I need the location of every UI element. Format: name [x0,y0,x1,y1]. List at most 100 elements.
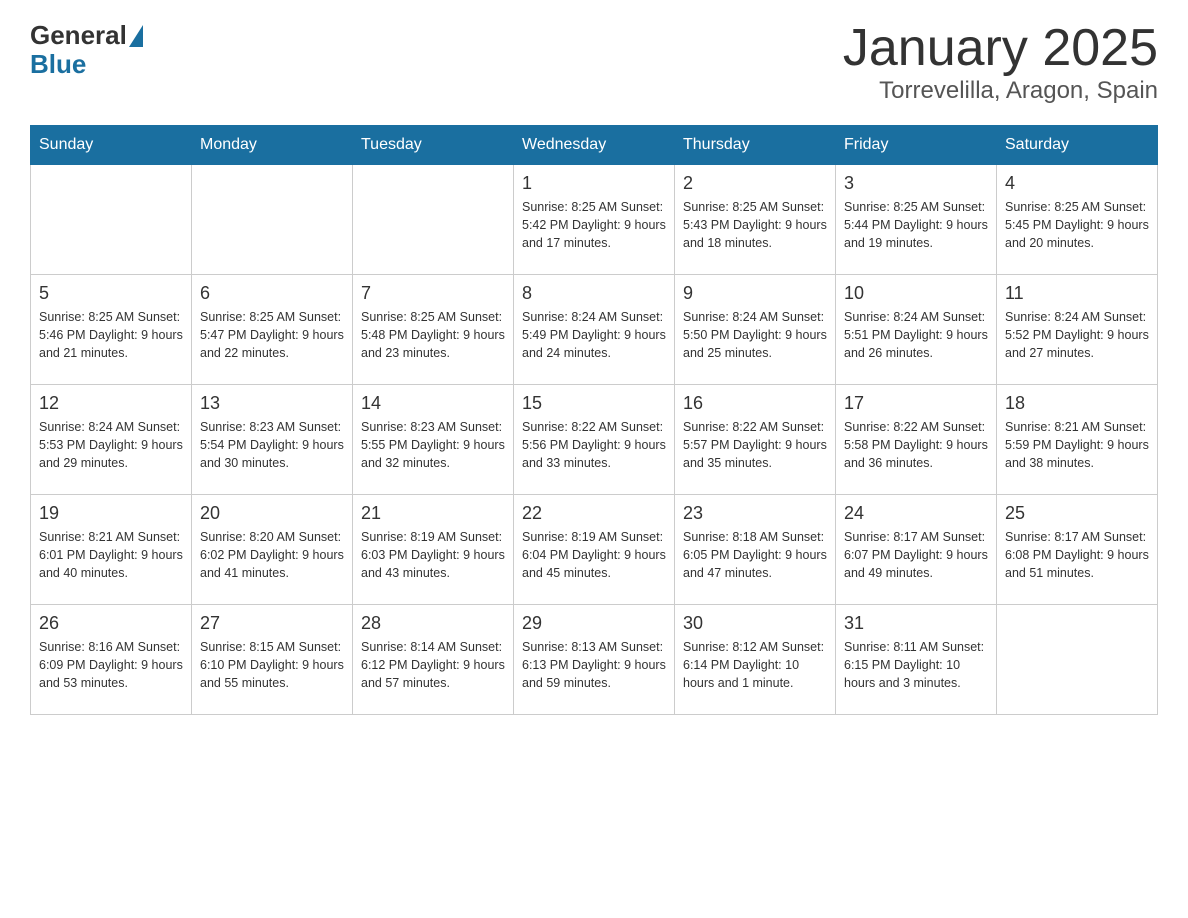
day-info: Sunrise: 8:23 AM Sunset: 5:55 PM Dayligh… [361,418,505,472]
calendar-title: January 2025 [843,20,1158,77]
calendar-week-row: 19Sunrise: 8:21 AM Sunset: 6:01 PM Dayli… [31,495,1158,605]
header-cell-sunday: Sunday [31,126,192,165]
day-info: Sunrise: 8:23 AM Sunset: 5:54 PM Dayligh… [200,418,344,472]
calendar-cell: 4Sunrise: 8:25 AM Sunset: 5:45 PM Daylig… [997,165,1158,275]
day-number: 22 [522,503,666,524]
logo: General Blue [30,20,143,77]
day-info: Sunrise: 8:24 AM Sunset: 5:49 PM Dayligh… [522,308,666,362]
day-number: 31 [844,613,988,634]
day-info: Sunrise: 8:24 AM Sunset: 5:51 PM Dayligh… [844,308,988,362]
calendar-cell: 6 Sunrise: 8:25 AM Sunset: 5:47 PM Daylig… [192,275,353,385]
day-info: Sunrise: 8:22 AM Sunset: 5:56 PM Dayligh… [522,418,666,472]
calendar-cell: 18 Sunrise: 8:21 AM Sunset: 5:59 PM Dayli… [997,385,1158,495]
day-number: 21 [361,503,505,524]
day-number: 11 [1005,283,1149,304]
header-cell-saturday: Saturday [997,126,1158,165]
day-number: 10 [844,283,988,304]
day-info: Sunrise: 8:25 AM Sunset: 5:47 PM Dayligh… [200,308,344,362]
calendar-cell [353,165,514,275]
calendar-cell: 17 Sunrise: 8:22 AM Sunset: 5:58 PM Dayli… [836,385,997,495]
logo-triangle-icon [129,25,143,47]
calendar-cell [31,165,192,275]
day-number: 23 [683,503,827,524]
day-info: Sunrise: 8:19 AM Sunset: 6:03 PM Dayligh… [361,528,505,582]
day-number: 12 [39,393,183,414]
day-number: 9 [683,283,827,304]
day-info: Sunrise: 8:25 AM Sunset: 5:44 PM Dayligh… [844,198,988,252]
calendar-cell: 31 Sunrise: 8:11 AM Sunset: 6:15 PM Dayli… [836,605,997,715]
calendar-week-row: 5 Sunrise: 8:25 AM Sunset: 5:46 PM Daylig… [31,275,1158,385]
day-number: 6 [200,283,344,304]
day-info: Sunrise: 8:20 AM Sunset: 6:02 PM Dayligh… [200,528,344,582]
calendar-cell: 13 Sunrise: 8:23 AM Sunset: 5:54 PM Dayli… [192,385,353,495]
calendar-cell: 20 Sunrise: 8:20 AM Sunset: 6:02 PM Dayli… [192,495,353,605]
calendar-cell: 3 Sunrise: 8:25 AM Sunset: 5:44 PM Daylig… [836,165,997,275]
day-number: 20 [200,503,344,524]
day-info: Sunrise: 8:24 AM Sunset: 5:53 PM Dayligh… [39,418,183,472]
day-info: Sunrise: 8:25 AM Sunset: 5:45 PM Dayligh… [1005,198,1149,252]
day-number: 1 [522,173,666,194]
calendar-cell: 14 Sunrise: 8:23 AM Sunset: 5:55 PM Dayli… [353,385,514,495]
day-number: 5 [39,283,183,304]
day-info: Sunrise: 8:25 AM Sunset: 5:48 PM Dayligh… [361,308,505,362]
day-number: 17 [844,393,988,414]
calendar-cell: 26Sunrise: 8:16 AM Sunset: 6:09 PM Dayli… [31,605,192,715]
header-cell-tuesday: Tuesday [353,126,514,165]
header-cell-monday: Monday [192,126,353,165]
day-info: Sunrise: 8:14 AM Sunset: 6:12 PM Dayligh… [361,638,505,692]
calendar-cell [997,605,1158,715]
header-row: SundayMondayTuesdayWednesdayThursdayFrid… [31,126,1158,165]
calendar-table: SundayMondayTuesdayWednesdayThursdayFrid… [30,125,1158,715]
day-number: 16 [683,393,827,414]
day-info: Sunrise: 8:24 AM Sunset: 5:50 PM Dayligh… [683,308,827,362]
day-info: Sunrise: 8:17 AM Sunset: 6:08 PM Dayligh… [1005,528,1149,582]
calendar-cell: 23 Sunrise: 8:18 AM Sunset: 6:05 PM Dayli… [675,495,836,605]
calendar-cell: 27Sunrise: 8:15 AM Sunset: 6:10 PM Dayli… [192,605,353,715]
calendar-cell: 1Sunrise: 8:25 AM Sunset: 5:42 PM Daylig… [514,165,675,275]
calendar-cell: 7 Sunrise: 8:25 AM Sunset: 5:48 PM Daylig… [353,275,514,385]
page-header: General Blue January 2025 Torrevelilla, … [30,20,1158,105]
calendar-subtitle: Torrevelilla, Aragon, Spain [843,77,1158,105]
calendar-week-row: 1Sunrise: 8:25 AM Sunset: 5:42 PM Daylig… [31,165,1158,275]
day-number: 14 [361,393,505,414]
calendar-cell: 8Sunrise: 8:24 AM Sunset: 5:49 PM Daylig… [514,275,675,385]
day-info: Sunrise: 8:21 AM Sunset: 5:59 PM Dayligh… [1005,418,1149,472]
day-info: Sunrise: 8:22 AM Sunset: 5:57 PM Dayligh… [683,418,827,472]
day-number: 28 [361,613,505,634]
header-cell-thursday: Thursday [675,126,836,165]
calendar-cell: 19Sunrise: 8:21 AM Sunset: 6:01 PM Dayli… [31,495,192,605]
day-number: 24 [844,503,988,524]
calendar-cell: 21 Sunrise: 8:19 AM Sunset: 6:03 PM Dayli… [353,495,514,605]
day-info: Sunrise: 8:12 AM Sunset: 6:14 PM Dayligh… [683,638,827,692]
day-number: 27 [200,613,344,634]
calendar-cell: 24 Sunrise: 8:17 AM Sunset: 6:07 PM Dayli… [836,495,997,605]
day-info: Sunrise: 8:17 AM Sunset: 6:07 PM Dayligh… [844,528,988,582]
calendar-cell: 11 Sunrise: 8:24 AM Sunset: 5:52 PM Dayli… [997,275,1158,385]
calendar-cell: 10 Sunrise: 8:24 AM Sunset: 5:51 PM Dayli… [836,275,997,385]
day-info: Sunrise: 8:21 AM Sunset: 6:01 PM Dayligh… [39,528,183,582]
day-number: 2 [683,173,827,194]
day-number: 7 [361,283,505,304]
calendar-cell: 25Sunrise: 8:17 AM Sunset: 6:08 PM Dayli… [997,495,1158,605]
header-cell-friday: Friday [836,126,997,165]
calendar-cell [192,165,353,275]
day-number: 29 [522,613,666,634]
day-info: Sunrise: 8:24 AM Sunset: 5:52 PM Dayligh… [1005,308,1149,362]
calendar-cell: 5 Sunrise: 8:25 AM Sunset: 5:46 PM Daylig… [31,275,192,385]
day-number: 3 [844,173,988,194]
logo-general-text: General [30,20,127,51]
day-number: 15 [522,393,666,414]
header-cell-wednesday: Wednesday [514,126,675,165]
day-info: Sunrise: 8:22 AM Sunset: 5:58 PM Dayligh… [844,418,988,472]
logo-blue-text: Blue [30,51,86,77]
day-number: 26 [39,613,183,634]
day-info: Sunrise: 8:25 AM Sunset: 5:46 PM Dayligh… [39,308,183,362]
day-info: Sunrise: 8:11 AM Sunset: 6:15 PM Dayligh… [844,638,988,692]
day-number: 13 [200,393,344,414]
calendar-cell: 28 Sunrise: 8:14 AM Sunset: 6:12 PM Dayli… [353,605,514,715]
day-info: Sunrise: 8:18 AM Sunset: 6:05 PM Dayligh… [683,528,827,582]
day-info: Sunrise: 8:13 AM Sunset: 6:13 PM Dayligh… [522,638,666,692]
calendar-cell: 29 Sunrise: 8:13 AM Sunset: 6:13 PM Dayli… [514,605,675,715]
day-number: 30 [683,613,827,634]
day-number: 18 [1005,393,1149,414]
